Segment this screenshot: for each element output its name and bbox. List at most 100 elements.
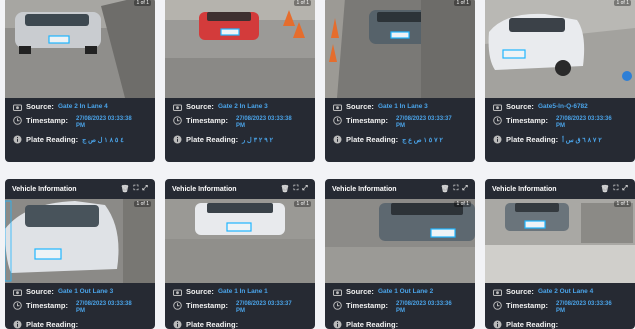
source-row: Source: Gate 2 In Lane 4 [13,102,147,111]
vehicle-card-5[interactable]: Vehicle Information 🗑 ⛶ ⤢ 1 of 1 Source: G… [5,179,155,329]
vehicle-image[interactable]: 1 of 1 [5,199,155,283]
plate-label: Plate Reading: [186,320,239,329]
pager-indicator: 1 of 1 [454,0,471,6]
timestamp-value: 27/08/2023 03:33:38 PM [236,116,292,129]
source-label: Source: [186,287,214,296]
vehicle-details: Source: Gate 1 Out Lane 3 Timestamp: 27/… [5,283,155,329]
timestamp-value: 27/08/2023 03:33:37 PM [236,301,292,314]
delete-icon[interactable]: 🗑 [121,185,130,193]
timestamp-label: Timestamp: [186,116,228,125]
vehicle-image[interactable]: 1 of 1 [485,0,635,98]
source-value: Gate 1 Out Lane 3 [57,288,114,295]
card-header: Vehicle Information 🗑 ⛶ ⤢ [485,179,635,199]
source-label: Source: [26,287,54,296]
source-value: Gate 2 In Lane 3 [217,103,268,110]
source-label: Source: [346,102,374,111]
vehicle-image[interactable]: 1 of 1 [165,0,315,98]
vehicle-details: Source: Gate 2 In Lane 4 Timestamp: 27/0… [5,98,155,144]
plate-row: Plate Reading: ٢ ٧ ٨ ٦ ق س أ [493,135,627,144]
source-row: Source: Gate 1 Out Lane 3 [13,287,147,296]
plate-value: ٤ ٥ ٨ ١ ل ص ج [82,137,124,144]
source-row: Source: Gate 1 Out Lane 2 [333,287,467,296]
vehicle-card-4[interactable]: 1 of 1 Source: Gate5-In-Q-6782 Timestamp… [485,0,635,162]
timestamp-row: Timestamp: 27/08/2023 03:33:38 PM [13,116,147,130]
pager-indicator: 1 of 1 [614,201,631,207]
plate-label: Plate Reading: [26,135,79,144]
vehicle-card-3[interactable]: 1 of 1 Source: Gate 1 In Lane 3 Timestam… [325,0,475,162]
timestamp-row: Timestamp: 27/08/2023 03:33:37 PM [333,116,467,130]
pager-indicator: 1 of 1 [614,0,631,6]
vehicle-card-1[interactable]: 1 of 1 Source: Gate 2 In Lane 4 Timestam… [5,0,155,162]
plate-row: Plate Reading: [13,320,147,329]
delete-icon[interactable]: 🗑 [281,185,290,193]
info-icon [173,320,182,329]
camera-icon [173,102,182,111]
vehicle-image[interactable]: 1 of 1 [325,199,475,283]
expand-icon[interactable]: ⛶ [613,185,618,193]
fullscreen-icon[interactable]: ⤢ [142,185,148,193]
timestamp-value: 27/08/2023 03:33:36 PM [396,301,452,314]
clock-icon [333,301,342,310]
plate-label: Plate Reading: [346,320,399,329]
vehicle-card-6[interactable]: Vehicle Information 🗑 ⛶ ⤢ 1 of 1 Source: G… [165,179,315,329]
plate-label: Plate Reading: [186,135,239,144]
plate-row: Plate Reading: ٤ ٥ ٨ ١ ل ص ج [13,135,147,144]
vehicle-card-2[interactable]: 1 of 1 Source: Gate 2 In Lane 3 Timestam… [165,0,315,162]
vehicle-details: Source: Gate 1 In Lane 3 Timestamp: 27/0… [325,98,475,144]
info-icon [333,320,342,329]
clock-icon [493,116,502,125]
source-value: Gate 2 Out Lane 4 [537,288,594,295]
card-title: Vehicle Information [492,185,557,193]
vehicle-card-8[interactable]: Vehicle Information 🗑 ⛶ ⤢ 1 of 1 Source: G… [485,179,635,329]
info-icon [493,135,502,144]
delete-icon[interactable]: 🗑 [441,185,450,193]
source-label: Source: [506,287,534,296]
timestamp-row: Timestamp: 27/08/2023 03:33:38 PM [173,116,307,130]
vehicle-details: Source: Gate 1 Out Lane 2 Timestamp: 27/… [325,283,475,329]
info-icon [493,320,502,329]
source-row: Source: Gate 1 In Lane 3 [333,102,467,111]
expand-icon[interactable]: ⛶ [293,185,298,193]
expand-icon[interactable]: ⛶ [453,185,458,193]
source-row: Source: Gate5-In-Q-6782 [493,102,627,111]
timestamp-value: 27/08/2023 03:33:38 PM [76,301,132,314]
timestamp-row: Timestamp: 27/08/2023 03:33:36 PM [493,301,627,315]
plate-row: Plate Reading: [493,320,627,329]
card-header: Vehicle Information 🗑 ⛶ ⤢ [325,179,475,199]
camera-icon [13,102,22,111]
info-icon [13,320,22,329]
fullscreen-icon[interactable]: ⤢ [462,185,468,193]
vehicle-image[interactable]: 1 of 1 [325,0,475,98]
clock-icon [13,301,22,310]
delete-icon[interactable]: 🗑 [601,185,610,193]
timestamp-row: Timestamp: 27/08/2023 03:33:38 PM [13,301,147,315]
clock-icon [333,116,342,125]
vehicle-image[interactable]: 1 of 1 [165,199,315,283]
plate-label: Plate Reading: [506,135,559,144]
timestamp-label: Timestamp: [186,301,228,310]
camera-icon [173,287,182,296]
timestamp-label: Timestamp: [346,116,388,125]
timestamp-row: Timestamp: 27/08/2023 03:33:36 PM [493,116,627,130]
clock-icon [173,116,182,125]
card-title: Vehicle Information [12,185,77,193]
card-title: Vehicle Information [332,185,397,193]
fullscreen-icon[interactable]: ⤢ [302,185,308,193]
timestamp-label: Timestamp: [26,301,68,310]
pager-indicator: 1 of 1 [294,201,311,207]
timestamp-value: 27/08/2023 03:33:36 PM [556,116,612,129]
vehicle-image[interactable]: 1 of 1 [485,199,635,283]
card-header: Vehicle Information 🗑 ⛶ ⤢ [5,179,155,199]
source-label: Source: [186,102,214,111]
fullscreen-icon[interactable]: ⤢ [622,185,628,193]
source-label: Source: [26,102,54,111]
timestamp-value: 27/08/2023 03:33:38 PM [76,116,132,129]
clock-icon [493,301,502,310]
vehicle-image[interactable]: 1 of 1 [5,0,155,98]
plate-row: Plate Reading: [173,320,307,329]
timestamp-row: Timestamp: 27/08/2023 03:33:36 PM [333,301,467,315]
expand-icon[interactable]: ⛶ [133,185,138,193]
vehicle-card-7[interactable]: Vehicle Information 🗑 ⛶ ⤢ 1 of 1 Source: G… [325,179,475,329]
camera-icon [493,102,502,111]
source-label: Source: [346,287,374,296]
